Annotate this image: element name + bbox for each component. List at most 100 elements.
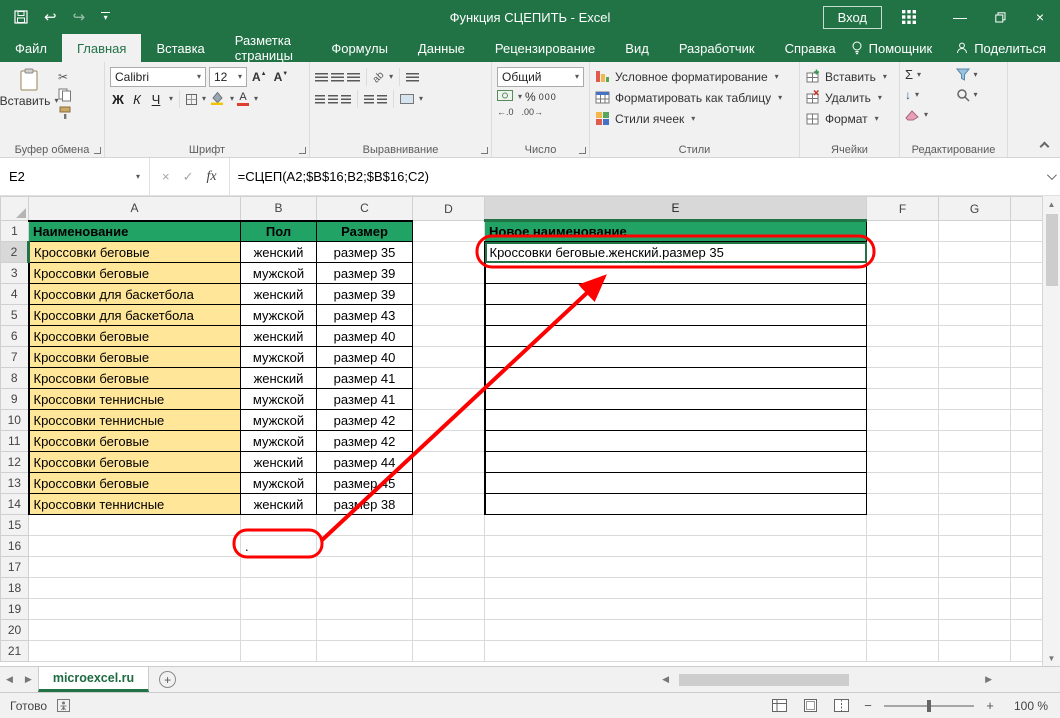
autosum-button[interactable]: Σ ▾ [905, 66, 952, 83]
delete-cells-button[interactable]: Удалить ▾ [805, 87, 894, 108]
sheet-tab-active[interactable]: microexcel.ru [38, 667, 149, 692]
cell-C9[interactable]: размер 41 [317, 389, 413, 410]
cell-E18[interactable] [485, 578, 867, 599]
zoom-out-button[interactable]: − [861, 698, 875, 713]
cell-D2[interactable] [413, 242, 485, 263]
sheet-nav-right-button[interactable]: ▶ [19, 667, 38, 692]
cell-F14[interactable] [867, 494, 939, 515]
cell-F8[interactable] [867, 368, 939, 389]
cell-E10[interactable] [485, 410, 867, 431]
cell-F1[interactable] [867, 221, 939, 242]
tell-me-button[interactable]: Помощник [851, 41, 933, 56]
ribbon-display-options-icon[interactable] [902, 10, 916, 24]
tab-page-layout[interactable]: Разметка страницы [220, 34, 317, 62]
cell-F17[interactable] [867, 557, 939, 578]
cell-F12[interactable] [867, 452, 939, 473]
cell-D19[interactable] [413, 599, 485, 620]
align-bottom-icon[interactable] [347, 73, 360, 82]
minimize-button[interactable]: — [940, 0, 980, 34]
tab-file[interactable]: Файл [0, 34, 62, 62]
cell-F13[interactable] [867, 473, 939, 494]
select-all-corner[interactable] [1, 197, 29, 221]
col-header-A[interactable]: A [29, 197, 241, 221]
cell-G15[interactable] [939, 515, 1011, 536]
underline-button[interactable]: Ч [148, 92, 164, 107]
cut-button[interactable]: ✂ [58, 70, 68, 83]
row-header-20[interactable]: 20 [1, 620, 29, 641]
cell-B5[interactable]: мужской [241, 305, 317, 326]
cell-G8[interactable] [939, 368, 1011, 389]
paste-button[interactable]: Вставить ▾ [5, 66, 53, 119]
cell-G14[interactable] [939, 494, 1011, 515]
cell-A21[interactable] [29, 641, 241, 662]
enter-button[interactable]: ✓ [183, 169, 194, 185]
cell-E21[interactable] [485, 641, 867, 662]
row-header-2[interactable]: 2 [1, 242, 29, 263]
align-center-icon[interactable] [328, 95, 338, 104]
cell-A16[interactable] [29, 536, 241, 557]
cell-F6[interactable] [867, 326, 939, 347]
col-header-B[interactable]: B [241, 197, 317, 221]
col-header-D[interactable]: D [413, 197, 485, 221]
cell-F11[interactable] [867, 431, 939, 452]
fill-color-button[interactable] [209, 90, 225, 108]
cell-F19[interactable] [867, 599, 939, 620]
cell-F10[interactable] [867, 410, 939, 431]
cell-D1[interactable] [413, 221, 485, 242]
cell-E19[interactable] [485, 599, 867, 620]
cell-B8[interactable]: женский [241, 368, 317, 389]
cell-G3[interactable] [939, 263, 1011, 284]
formula-input[interactable]: =СЦЕП(A2;$B$16;B2;$B$16;C2) [230, 158, 1040, 195]
cell-G18[interactable] [939, 578, 1011, 599]
cell-E8[interactable] [485, 368, 867, 389]
cell-C6[interactable]: размер 40 [317, 326, 413, 347]
cell-G17[interactable] [939, 557, 1011, 578]
cell-D9[interactable] [413, 389, 485, 410]
cell-B19[interactable] [241, 599, 317, 620]
page-break-view-button[interactable] [830, 696, 852, 716]
tab-insert[interactable]: Вставка [141, 34, 219, 62]
cell-E11[interactable] [485, 431, 867, 452]
increase-indent-icon[interactable] [377, 95, 387, 104]
cell-F16[interactable] [867, 536, 939, 557]
cell-E3[interactable] [485, 263, 867, 284]
row-header-7[interactable]: 7 [1, 347, 29, 368]
cell-G1[interactable] [939, 221, 1011, 242]
cell-E4[interactable] [485, 284, 867, 305]
redo-button[interactable]: ↪ [73, 10, 86, 25]
row-header-9[interactable]: 9 [1, 389, 29, 410]
cell-C3[interactable]: размер 39 [317, 263, 413, 284]
cell-C19[interactable] [317, 599, 413, 620]
col-header-E[interactable]: E [485, 197, 867, 221]
cell-A19[interactable] [29, 599, 241, 620]
collapse-ribbon-button[interactable] [1040, 142, 1050, 152]
cell-D21[interactable] [413, 641, 485, 662]
comma-style-button[interactable]: 000 [539, 92, 557, 102]
cell-F4[interactable] [867, 284, 939, 305]
close-button[interactable]: × [1020, 0, 1060, 34]
tab-help[interactable]: Справка [770, 34, 851, 62]
format-as-table-button[interactable]: Форматировать как таблицу ▾ [595, 87, 794, 108]
percent-style-button[interactable]: % [525, 90, 536, 104]
cell-E12[interactable] [485, 452, 867, 473]
col-header-G[interactable]: G [939, 197, 1011, 221]
find-select-button[interactable]: ▾ [956, 86, 1003, 103]
vscroll-down-button[interactable]: ▼ [1048, 650, 1056, 666]
normal-view-button[interactable] [768, 696, 790, 716]
underline-dropdown-icon[interactable]: ▾ [169, 95, 173, 103]
number-dialog-launcher[interactable] [579, 147, 586, 154]
share-button[interactable]: Поделиться [956, 41, 1046, 56]
cell-D10[interactable] [413, 410, 485, 431]
row-header-11[interactable]: 11 [1, 431, 29, 452]
hscroll-right-button[interactable]: ▶ [979, 674, 998, 685]
wrap-text-icon[interactable] [406, 73, 419, 82]
cell-A1[interactable]: Наименование [29, 221, 241, 242]
vscroll-up-button[interactable]: ▲ [1048, 196, 1056, 212]
cell-B14[interactable]: женский [241, 494, 317, 515]
cell-A7[interactable]: Кроссовки беговые [29, 347, 241, 368]
cell-D3[interactable] [413, 263, 485, 284]
cell-E14[interactable] [485, 494, 867, 515]
cell-C4[interactable]: размер 39 [317, 284, 413, 305]
cell-G11[interactable] [939, 431, 1011, 452]
cell-E5[interactable] [485, 305, 867, 326]
